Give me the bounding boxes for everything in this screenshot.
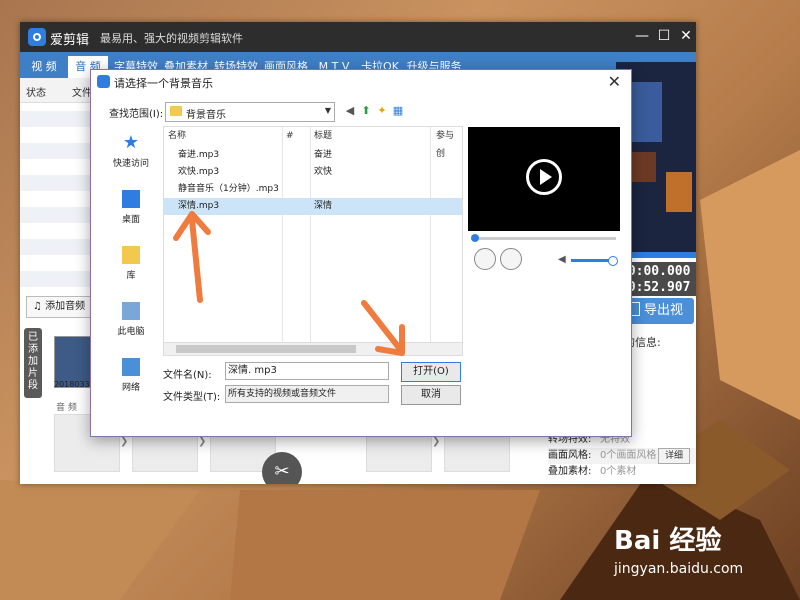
info-panel: 转场特效: 无特效 画面风格: 0个画面风格 详细 叠加素材: 0个素材 — [548, 432, 696, 480]
dialog-app-icon — [97, 75, 110, 88]
close-icon[interactable]: ✕ — [678, 28, 694, 44]
column-name[interactable]: 名称 — [168, 127, 186, 145]
app-logo-icon — [28, 28, 46, 46]
watermark-main: Bai 经验 — [614, 526, 722, 556]
lookin-value: 背景音乐 — [186, 110, 226, 121]
volume-slider[interactable] — [571, 256, 618, 266]
audio-list — [20, 103, 100, 303]
network-icon — [122, 358, 140, 376]
audio-track-label: 音 频 — [56, 403, 77, 413]
column-number[interactable]: # — [286, 127, 294, 145]
app-titlebar: 爱剪辑 最易用、强大的视频剪辑软件 — ☐ ✕ — [20, 22, 696, 52]
baidu-watermark: Bai 经验 jingyan.baidu.com — [614, 520, 743, 577]
add-audio-button[interactable]: ♫ 添加音频 — [26, 296, 93, 318]
up-folder-icon[interactable]: ⬆ — [359, 104, 373, 118]
filename-label: 文件名(N): — [163, 370, 212, 381]
seek-bar[interactable] — [471, 234, 616, 242]
file-row[interactable]: 奋进.mp3 奋进 — [164, 147, 462, 164]
desktop-icon — [122, 190, 140, 208]
place-this-pc[interactable]: 此电脑 — [103, 302, 159, 352]
chevron-right-icon: ❯ — [198, 436, 207, 447]
seek-knob[interactable] — [471, 234, 479, 242]
place-quick-access[interactable]: ★ 快速访问 — [103, 134, 159, 184]
column-title[interactable]: 标题 — [314, 127, 332, 145]
info-row-style: 画面风格: 0个画面风格 详细 — [548, 448, 696, 464]
folder-icon — [170, 106, 182, 116]
dialog-titlebar: 请选择一个背景音乐 ✕ — [91, 70, 631, 94]
library-icon — [122, 246, 140, 264]
tab-video[interactable]: 视 频 — [22, 56, 66, 78]
new-folder-icon[interactable]: ✦ — [375, 104, 389, 118]
app-slogan: 最易用、强大的视频剪辑软件 — [100, 32, 243, 45]
place-desktop[interactable]: 桌面 — [103, 190, 159, 240]
file-column-header: 文件 — [72, 88, 92, 99]
annotation-arrow-icon — [173, 211, 211, 303]
play-icon[interactable] — [526, 159, 562, 195]
computer-icon — [122, 302, 140, 320]
places-bar: ★ 快速访问 桌面 库 此电脑 网络 — [103, 128, 159, 408]
watermark-url: jingyan.baidu.com — [614, 561, 744, 577]
detail-button[interactable]: 详细 — [657, 448, 690, 464]
dialog-title: 请选择一个背景音乐 — [114, 77, 213, 90]
dialog-close-icon[interactable]: ✕ — [608, 72, 621, 91]
view-menu-icon[interactable]: ▦ — [391, 104, 405, 118]
annotation-arrow-icon — [361, 300, 405, 356]
place-network[interactable]: 网络 — [103, 358, 159, 408]
status-column-header: 状态 — [26, 88, 46, 99]
info-row-overlay: 叠加素材: 0个素材 — [548, 466, 637, 477]
minimize-icon[interactable]: — — [634, 28, 650, 44]
place-library[interactable]: 库 — [103, 246, 159, 296]
play-button[interactable] — [474, 248, 496, 270]
file-row[interactable]: 静音音乐（1分钟）.mp3 — [164, 181, 462, 198]
volume-knob[interactable] — [608, 256, 618, 266]
chevron-right-icon: ❯ — [432, 436, 441, 447]
scrollbar-thumb[interactable] — [176, 345, 356, 353]
star-icon: ★ — [122, 132, 140, 153]
lookin-label: 查找范围(I): — [109, 109, 164, 120]
lookin-dropdown[interactable]: 背景音乐 ▼ — [165, 102, 335, 122]
scissors-icon[interactable]: ✂ — [262, 452, 302, 484]
stop-button[interactable] — [500, 248, 522, 270]
added-clips-tab[interactable]: 已添加片段 — [24, 328, 42, 398]
filetype-label: 文件类型(T): — [163, 392, 221, 403]
chevron-right-icon: ❯ — [120, 436, 129, 447]
file-row[interactable]: 欢快.mp3 欢快 — [164, 164, 462, 181]
back-icon[interactable]: ◀ — [343, 104, 357, 118]
add-audio-label: 添加音频 — [45, 301, 86, 312]
preview-player — [468, 127, 620, 231]
column-contributor[interactable]: 参与创 — [436, 127, 462, 159]
open-button[interactable]: 打开(O) — [401, 362, 461, 382]
maximize-icon[interactable]: ☐ — [656, 28, 672, 44]
filetype-select[interactable]: 所有支持的视频或音频文件 — [225, 385, 389, 403]
music-note-icon: ♫ — [33, 301, 42, 312]
cancel-button[interactable]: 取消 — [401, 385, 461, 405]
chevron-down-icon: ▼ — [324, 106, 331, 115]
app-name: 爱剪辑 — [50, 33, 90, 48]
speaker-icon: ◀ — [558, 254, 566, 265]
horizontal-scrollbar[interactable] — [164, 342, 462, 355]
